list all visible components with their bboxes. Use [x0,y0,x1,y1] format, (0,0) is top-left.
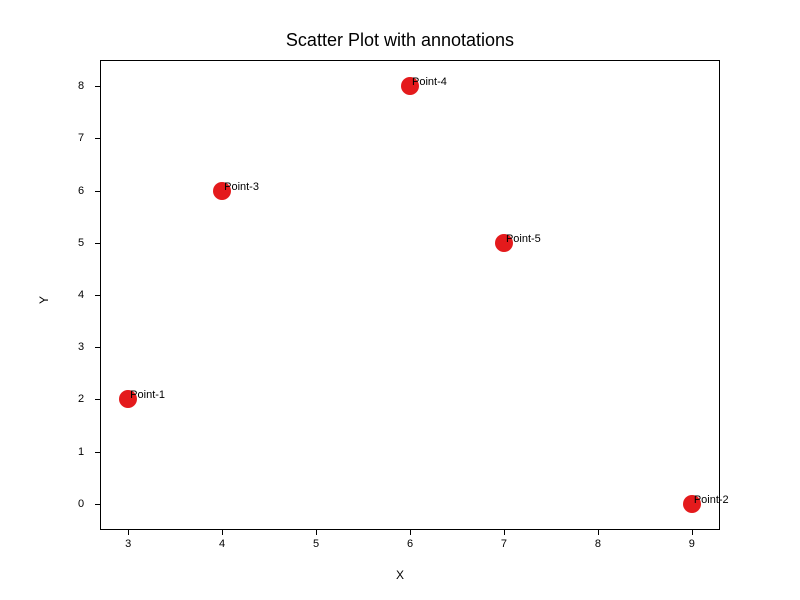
point-annotation: Point-2 [694,494,729,506]
y-tick-mark [95,243,100,244]
y-tick-mark [95,138,100,139]
x-tick-label: 7 [501,538,507,550]
y-tick-label: 3 [78,341,84,353]
x-tick-mark [692,530,693,535]
chart-container: Scatter Plot with annotations X Y 3 4 5 6 7 8… [0,0,800,600]
x-tick-mark [410,530,411,535]
y-tick-label: 8 [78,80,84,92]
x-axis-label: X [396,568,404,582]
y-tick-mark [95,86,100,87]
y-tick-label: 0 [78,498,84,510]
x-tick-label: 6 [407,538,413,550]
y-tick-mark [95,452,100,453]
x-tick-mark [504,530,505,535]
x-tick-label: 8 [595,538,601,550]
plot-area [100,60,720,530]
point-annotation: Point-5 [506,233,541,245]
y-tick-label: 7 [78,132,84,144]
point-annotation: Point-3 [224,181,259,193]
y-tick-mark [95,191,100,192]
x-tick-label: 5 [313,538,319,550]
x-tick-mark [128,530,129,535]
y-axis-label: Y [37,296,51,304]
y-tick-label: 1 [78,446,84,458]
y-tick-label: 5 [78,237,84,249]
chart-title: Scatter Plot with annotations [286,30,514,51]
point-annotation: Point-4 [412,76,447,88]
y-tick-mark [95,295,100,296]
y-tick-mark [95,504,100,505]
y-tick-mark [95,347,100,348]
point-annotation: Point-1 [130,389,165,401]
x-tick-mark [222,530,223,535]
x-tick-label: 9 [689,538,695,550]
y-tick-label: 2 [78,393,84,405]
y-tick-mark [95,399,100,400]
y-tick-label: 4 [78,289,84,301]
x-tick-label: 3 [125,538,131,550]
y-tick-label: 6 [78,185,84,197]
x-tick-label: 4 [219,538,225,550]
x-tick-mark [598,530,599,535]
x-tick-mark [316,530,317,535]
